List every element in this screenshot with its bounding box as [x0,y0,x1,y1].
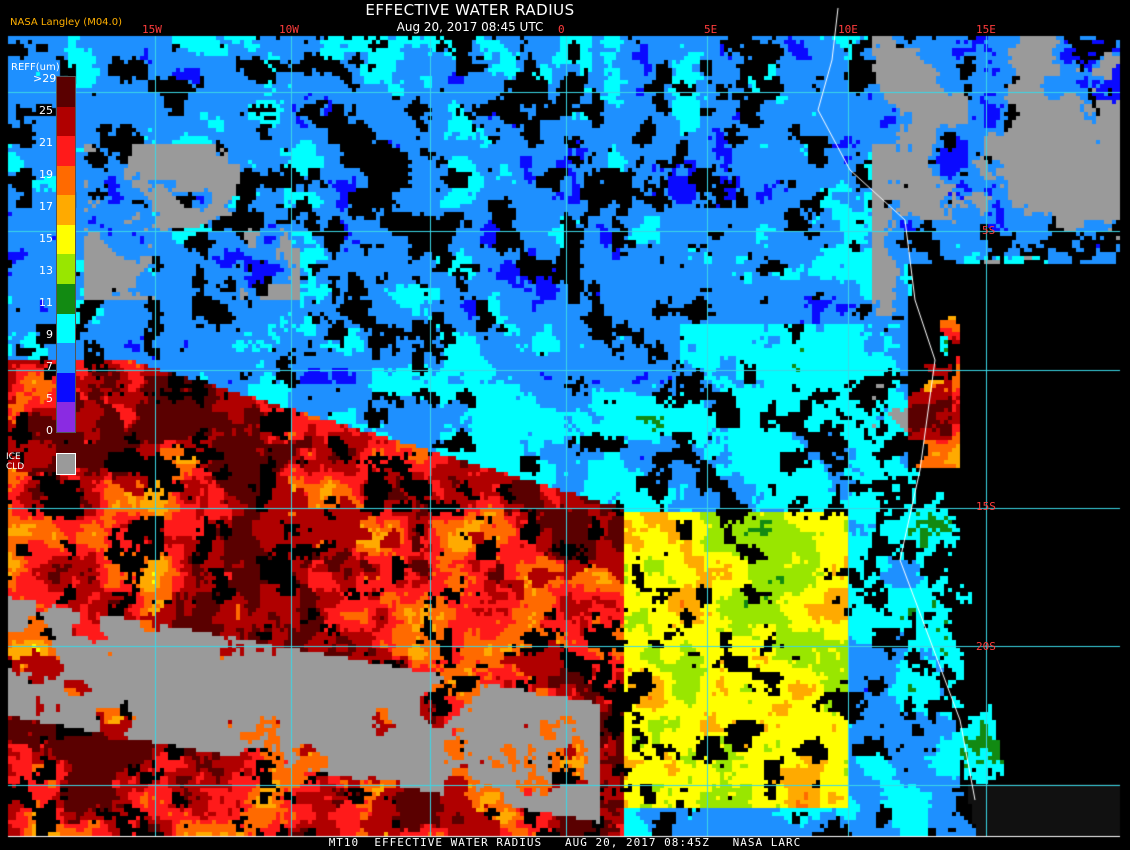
legend-tick-label: 0 [46,424,53,437]
legend-tick-label: 25 [39,104,53,117]
legend-swatch [57,372,75,403]
legend-tick-label: 13 [39,264,53,277]
map-timestamp: Aug 20, 2017 08:45 UTC [396,20,544,34]
ice-cloud-swatch [56,453,76,475]
ice-cloud-label: ICE CLD [6,452,24,472]
legend-tick-label: 15 [39,232,53,245]
effective-radius-map [0,0,1130,850]
footer-caption: MT10 EFFECTIVE WATER RADIUS AUG 20, 2017… [328,836,802,849]
legend-swatch [57,224,75,255]
legend-swatch [57,136,75,166]
longitude-label: 10E [838,23,858,36]
longitude-label: 10W [279,23,299,36]
legend-tick-label: 19 [39,168,53,181]
longitude-label: 0 [558,23,565,36]
legend-tick-label: 11 [39,296,53,309]
legend-swatch [57,165,75,196]
legend-tick-label: 7 [46,360,53,373]
longitude-label: 15W [142,23,162,36]
legend-tick-label: 5 [46,392,53,405]
legend-swatch [57,284,75,314]
legend-swatch [57,313,75,344]
legend-swatch [57,195,75,225]
legend-swatch [57,77,75,107]
legend-tick-label: 9 [46,328,53,341]
latitude-label: 5S [982,224,996,237]
cloud-label: CLD [6,462,25,472]
legend-tick-label: >29 [33,72,57,85]
legend-swatch [57,402,75,432]
ice-label: ICE [6,452,21,462]
legend-tick-label: 17 [39,200,53,213]
legend-swatch [57,343,75,373]
longitude-label: 15E [976,23,996,36]
map-title: EFFECTIVE WATER RADIUS [365,1,575,19]
longitude-label: 5E [704,23,718,36]
legend-color-bar [56,76,76,433]
legend-swatch [57,254,75,285]
latitude-label: 15S [976,500,996,513]
latitude-label: 20S [976,640,996,653]
legend-swatch [57,106,75,137]
legend-tick-label: 21 [39,136,53,149]
